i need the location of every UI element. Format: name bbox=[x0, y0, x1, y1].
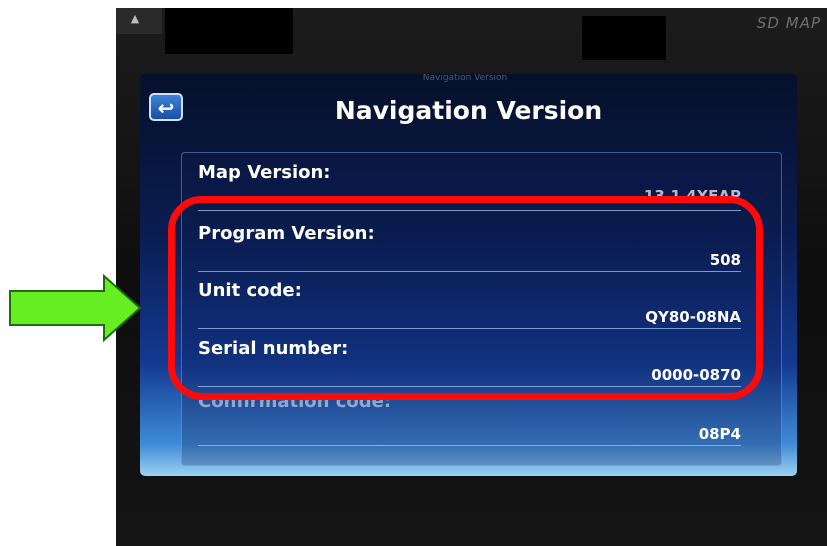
row-label: Map Version: bbox=[198, 162, 331, 183]
red-highlight-box bbox=[168, 196, 763, 400]
redaction-block-top bbox=[165, 8, 293, 54]
eject-icon: ▲ bbox=[130, 12, 140, 25]
redaction-block-right bbox=[582, 16, 666, 60]
back-arrow-icon: ↩ bbox=[157, 96, 175, 120]
brand-logo: SD MAP bbox=[756, 14, 821, 32]
screen-header: ↩ Navigation Version bbox=[140, 74, 797, 144]
green-arrow-icon bbox=[9, 274, 142, 342]
back-button[interactable]: ↩ bbox=[149, 93, 183, 121]
row-divider bbox=[198, 445, 741, 446]
row-value: 08P4 bbox=[698, 425, 741, 443]
page-title: Navigation Version bbox=[334, 96, 603, 125]
